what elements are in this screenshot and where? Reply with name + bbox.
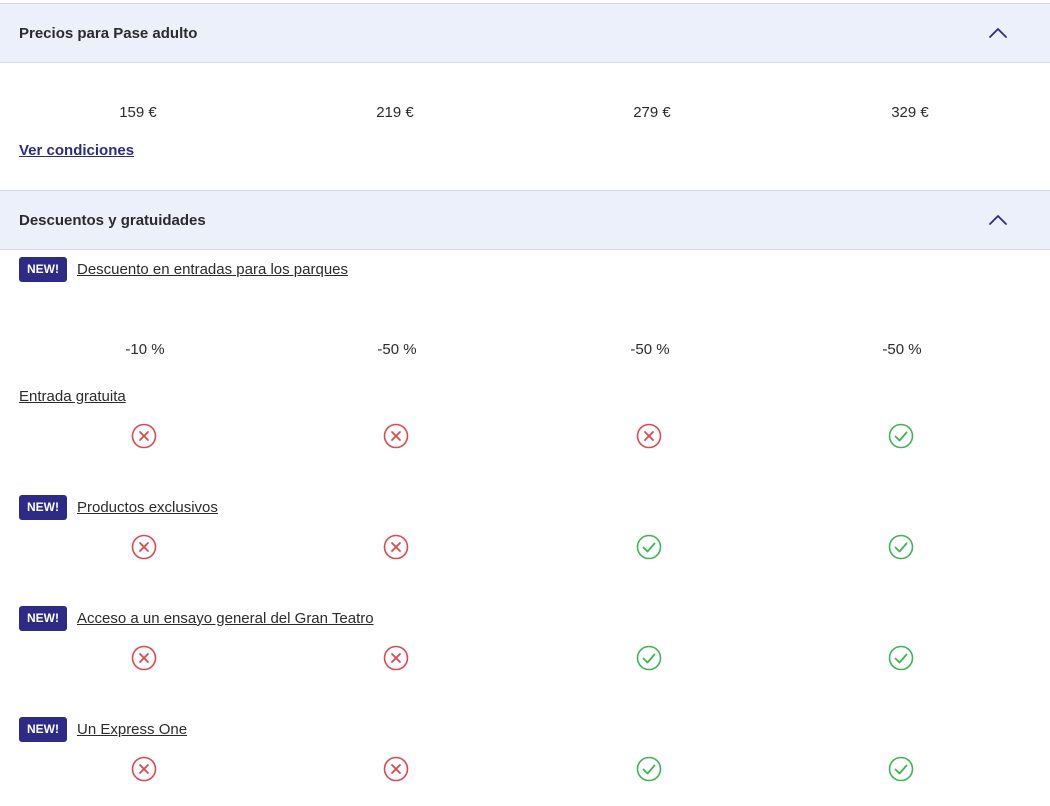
prices-section-title: Precios para Pase adulto	[19, 24, 198, 42]
included-icons-row	[0, 645, 1050, 673]
x-circle-icon	[383, 423, 411, 451]
benefit-link-rehearsal-access[interactable]: Acceso a un ensayo general del Gran Teat…	[77, 610, 374, 627]
chevron-up-icon[interactable]	[986, 21, 1010, 45]
price-tier-3: 279 €	[633, 104, 671, 121]
discounts-section-header[interactable]: Descuentos y gratuidades	[0, 190, 1050, 250]
check-circle-icon	[636, 534, 664, 562]
x-circle-icon	[131, 756, 159, 784]
discount-value-row: -10 % -50 % -50 % -50 %	[0, 336, 1050, 364]
check-circle-icon	[636, 756, 664, 784]
benefit-link-express-one[interactable]: Un Express One	[77, 721, 187, 738]
x-circle-icon	[131, 645, 159, 673]
discount-value: -50 %	[630, 341, 670, 358]
x-circle-icon	[383, 645, 411, 673]
discount-value: -50 %	[882, 341, 922, 358]
price-tier-2: 219 €	[376, 104, 414, 121]
x-circle-icon	[131, 534, 159, 562]
new-badge: NEW!	[19, 716, 67, 742]
price-tier-1: 159 €	[119, 104, 157, 121]
included-icons-row	[0, 756, 1050, 784]
chevron-up-icon[interactable]	[986, 208, 1010, 232]
x-circle-icon	[383, 756, 411, 784]
x-circle-icon	[131, 423, 159, 451]
benefit-title-row: NEW! Acceso a un ensayo general del Gran…	[19, 605, 374, 631]
discount-value: -50 %	[377, 341, 417, 358]
discount-value: -10 %	[125, 341, 165, 358]
benefit-title-row: NEW! Productos exclusivos	[19, 494, 218, 520]
benefit-title-row: NEW! Un Express One	[19, 716, 187, 742]
new-badge: NEW!	[19, 256, 67, 282]
benefit-title-row: Entrada gratuita	[19, 383, 126, 409]
price-tier-4: 329 €	[891, 104, 929, 121]
check-circle-icon	[888, 645, 916, 673]
check-circle-icon	[888, 423, 916, 451]
benefit-title-row: NEW! Descuento en entradas para los parq…	[19, 256, 348, 282]
discounts-section-title: Descuentos y gratuidades	[19, 211, 206, 229]
new-badge: NEW!	[19, 494, 67, 520]
check-circle-icon	[888, 756, 916, 784]
included-icons-row	[0, 423, 1050, 451]
benefit-link-park-discount[interactable]: Descuento en entradas para los parques	[77, 261, 348, 278]
conditions-link[interactable]: Ver condiciones	[19, 142, 134, 159]
x-circle-icon	[383, 534, 411, 562]
included-icons-row	[0, 534, 1050, 562]
x-circle-icon	[636, 423, 664, 451]
new-badge: NEW!	[19, 605, 67, 631]
check-circle-icon	[636, 645, 664, 673]
check-circle-icon	[888, 534, 916, 562]
price-row: 159 € 219 € 279 € 329 €	[0, 104, 1050, 128]
prices-section-header[interactable]: Precios para Pase adulto	[0, 3, 1050, 63]
benefit-link-free-entry[interactable]: Entrada gratuita	[19, 388, 126, 405]
benefit-link-exclusive-products[interactable]: Productos exclusivos	[77, 499, 218, 516]
